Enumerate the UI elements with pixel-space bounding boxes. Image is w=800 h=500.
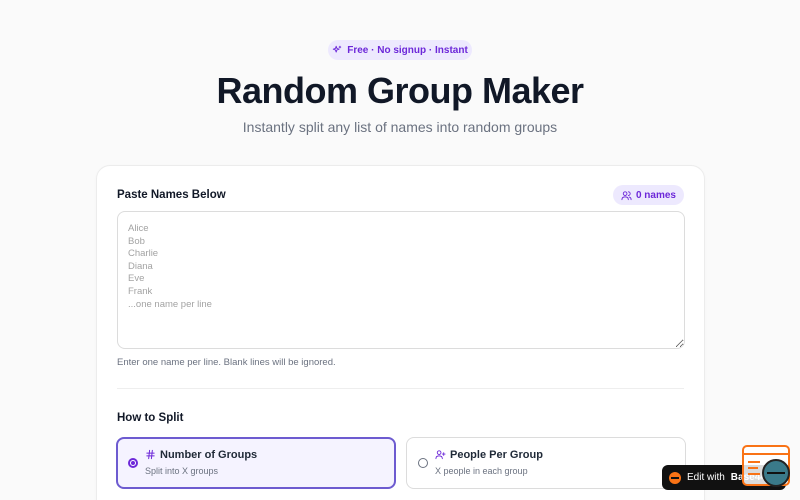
feature-badge-text: Free · No signup · Instant — [347, 44, 468, 56]
split-section-label: How to Split — [117, 412, 184, 424]
user-plus-icon — [435, 449, 447, 461]
page-title: Random Group Maker — [216, 70, 584, 111]
group-maker-card: Paste Names Below 0 names Enter one name… — [96, 165, 705, 500]
widget-line — [748, 461, 760, 463]
section-divider — [117, 388, 684, 389]
base44-logo-icon — [669, 471, 681, 484]
widget-header-bar — [744, 453, 788, 455]
page-subtitle: Instantly split any list of names into r… — [242, 119, 558, 135]
widget-line — [748, 467, 758, 469]
option-number-of-groups[interactable]: Number of Groups Split into X groups — [116, 437, 396, 489]
option-people-per-group[interactable]: People Per Group X people in each group — [406, 437, 686, 489]
option-title: Number of Groups — [160, 449, 258, 461]
radio-unselected[interactable] — [418, 458, 428, 468]
name-count: 0 names — [635, 189, 676, 201]
edit-with-text: Edit with — [687, 472, 725, 483]
widget-line — [748, 473, 760, 475]
name-count-badge: 0 names — [612, 185, 684, 205]
chat-widget-icon[interactable] — [742, 445, 790, 487]
users-icon — [621, 190, 632, 200]
sparkles-icon — [333, 45, 342, 53]
radio-selected[interactable] — [128, 458, 138, 468]
option-description: X people in each group — [435, 466, 528, 476]
feature-badge: Free · No signup · Instant — [328, 40, 472, 60]
widget-avatar-icon — [762, 459, 790, 487]
names-textarea[interactable] — [117, 211, 685, 349]
option-title: People Per Group — [450, 449, 543, 461]
option-description: Split into X groups — [145, 466, 219, 476]
names-section-label: Paste Names Below — [117, 189, 226, 201]
hash-icon — [145, 449, 157, 461]
names-hint: Enter one name per line. Blank lines wil… — [117, 357, 336, 368]
